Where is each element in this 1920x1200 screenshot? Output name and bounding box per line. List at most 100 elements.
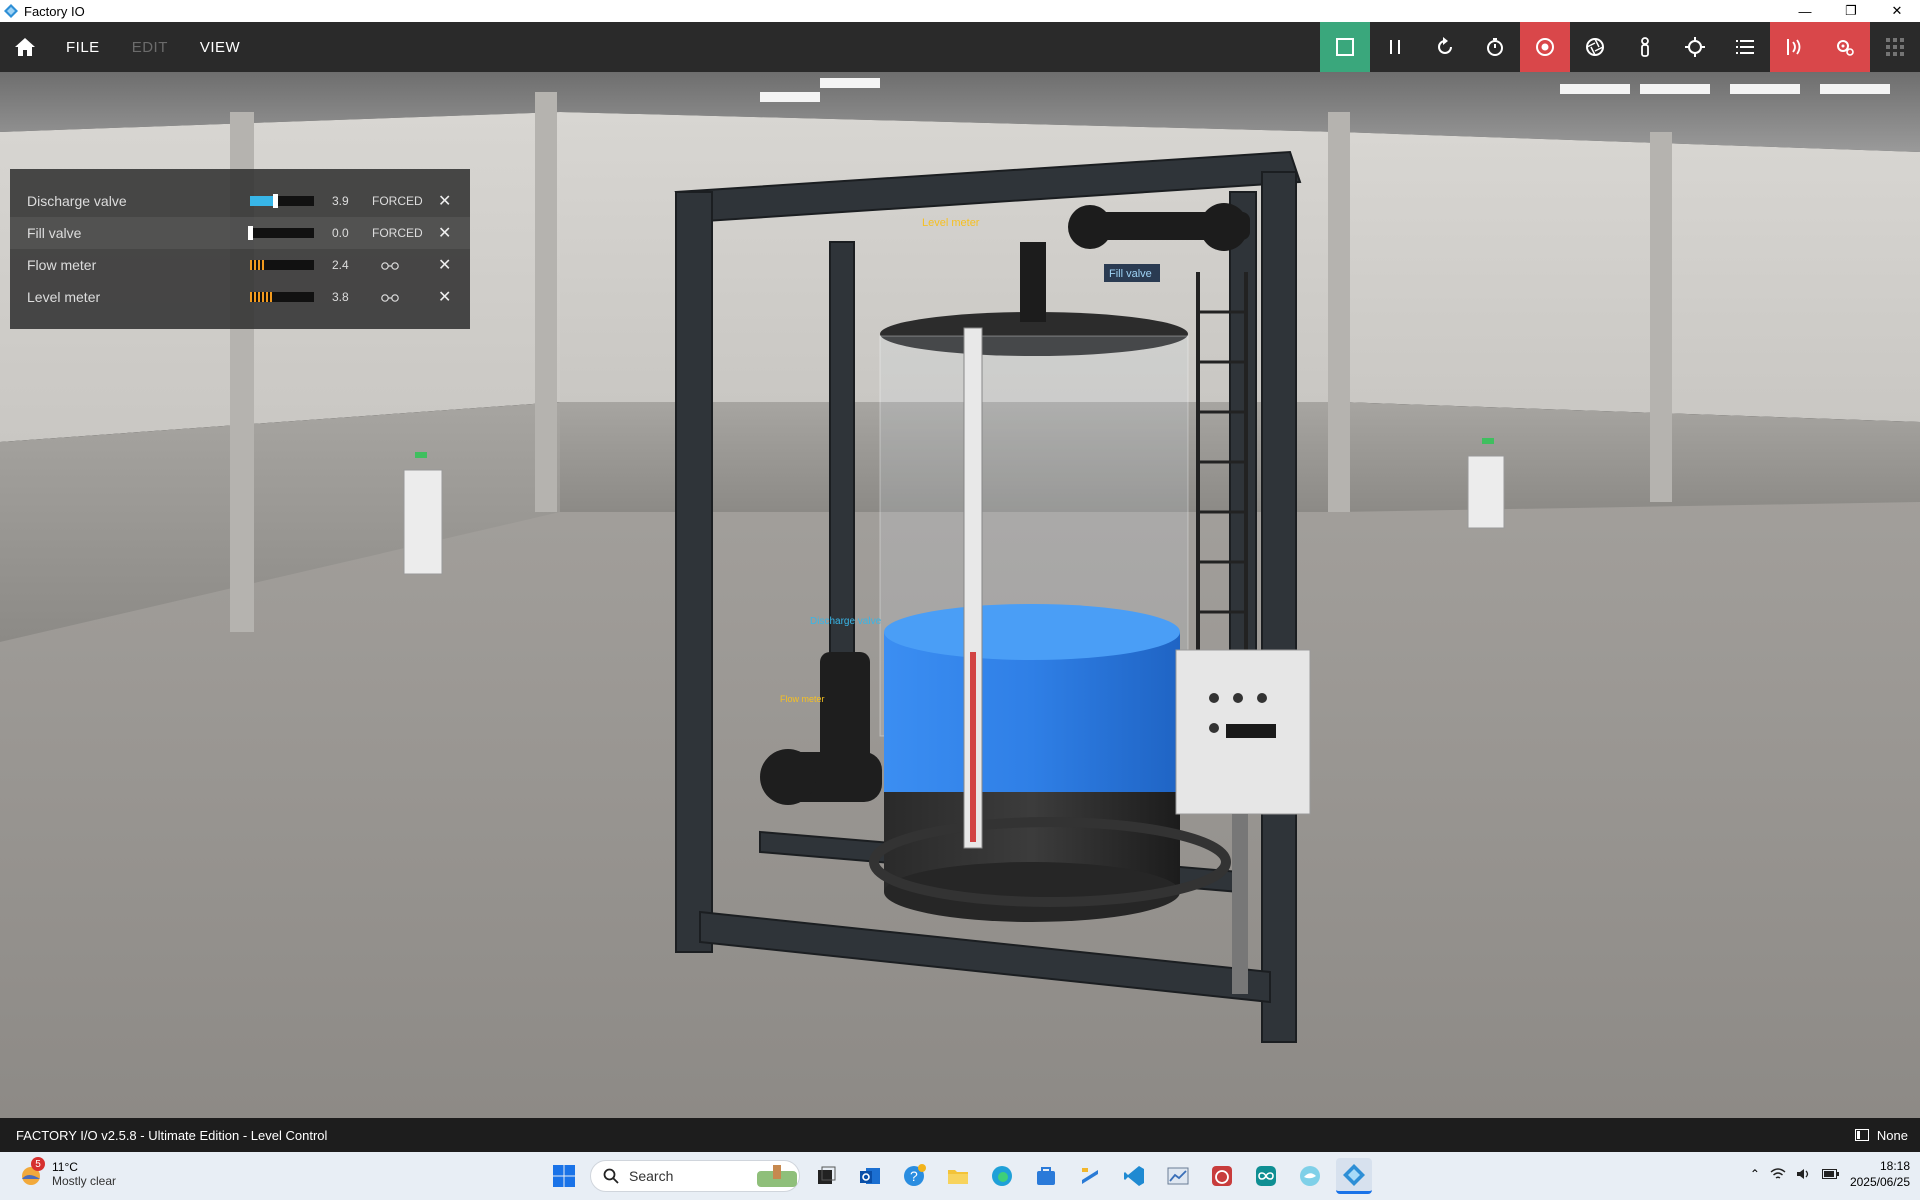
tag-forced-label[interactable]: FORCED xyxy=(372,226,423,240)
tag-name: Level meter xyxy=(27,289,101,305)
clock[interactable]: 18:18 2025/06/25 xyxy=(1850,1158,1910,1190)
vscode-app[interactable] xyxy=(1116,1158,1152,1194)
factory-io-icon xyxy=(1343,1163,1365,1186)
scene-label-fill-valve: Fill valve xyxy=(1109,268,1152,280)
toolbar xyxy=(1320,22,1920,72)
tag-row[interactable]: Discharge valve 3.9 FORCED ✕ xyxy=(10,185,470,217)
tag-row[interactable]: Flow meter 2.4 ✕ xyxy=(10,249,470,281)
tag-name: Fill valve xyxy=(27,225,82,241)
weather-temp: 11°C xyxy=(52,1160,78,1174)
app-menubar: FILE EDIT VIEW xyxy=(0,22,1920,72)
tag-value: 3.8 xyxy=(332,290,349,304)
tag-value-gauge xyxy=(250,292,314,302)
tag-value-gauge xyxy=(250,260,314,270)
taskbar-search[interactable]: Search xyxy=(590,1160,800,1192)
slider-handle[interactable] xyxy=(248,226,253,240)
close-window-button[interactable]: ✕ xyxy=(1874,0,1920,22)
menu-file[interactable]: FILE xyxy=(66,39,100,56)
weather-badge: 5 xyxy=(31,1157,45,1171)
pause-icon xyxy=(1390,40,1400,54)
weather-icon: 5 xyxy=(18,1157,45,1187)
remove-tag-icon[interactable]: ✕ xyxy=(438,223,451,243)
list-icon xyxy=(1736,40,1754,54)
chevron-up-icon[interactable]: ⌃ xyxy=(1750,1167,1760,1181)
factory-io-app[interactable] xyxy=(1336,1158,1372,1194)
chart-icon xyxy=(1167,1167,1189,1185)
wifi-icon[interactable] xyxy=(1770,1167,1786,1181)
grid-button[interactable] xyxy=(1870,22,1920,72)
tag-row[interactable]: Fill valve 0.0 FORCED ✕ xyxy=(10,217,470,249)
search-placeholder: Search xyxy=(629,1168,674,1184)
camera-orbit-button[interactable] xyxy=(1520,22,1570,72)
drivers-button[interactable] xyxy=(1820,22,1870,72)
dev-tool-app[interactable] xyxy=(1072,1158,1108,1194)
folder-icon xyxy=(948,1170,968,1184)
tag-value: 3.9 xyxy=(332,194,349,208)
tag-row[interactable]: Level meter 3.8 ✕ xyxy=(10,281,470,313)
first-person-button[interactable] xyxy=(1620,22,1670,72)
store-app[interactable] xyxy=(1028,1158,1064,1194)
status-bar: FACTORY I/O v2.5.8 - Ultimate Edition - … xyxy=(0,1118,1920,1152)
glasses-icon[interactable] xyxy=(380,260,400,270)
tag-monitor-panel: Discharge valve 3.9 FORCED ✕ Fill valve 0.0 FO… xyxy=(10,169,470,329)
clock-date: 2025/06/25 xyxy=(1849,1175,1910,1189)
file-explorer-app[interactable] xyxy=(940,1158,976,1194)
store-icon xyxy=(1037,1167,1055,1185)
tag-value-fill xyxy=(250,260,266,270)
svg-text:?: ? xyxy=(910,1168,918,1184)
taskbar-apps: Search ? xyxy=(546,1156,1372,1196)
pause-button[interactable] xyxy=(1370,22,1420,72)
remove-tag-icon[interactable]: ✕ xyxy=(438,191,451,211)
remove-tag-icon[interactable]: ✕ xyxy=(438,287,451,307)
glasses-icon[interactable] xyxy=(380,292,400,302)
search-highlight-icon xyxy=(757,1165,797,1187)
tag-name: Flow meter xyxy=(27,257,97,273)
first-person-icon xyxy=(1641,37,1649,57)
scene-viewport[interactable]: Level meter Fill valve Discharge valve F… xyxy=(0,72,1920,1118)
timer-app[interactable] xyxy=(1204,1158,1240,1194)
battery-icon[interactable] xyxy=(1821,1168,1840,1180)
home-button[interactable] xyxy=(0,22,50,72)
tag-value: 0.0 xyxy=(332,226,349,240)
task-view-icon xyxy=(818,1166,836,1184)
outlook-app[interactable] xyxy=(852,1158,888,1194)
ide-icon xyxy=(1082,1168,1098,1184)
scene-label-discharge-valve: Discharge valve xyxy=(810,616,882,627)
volume-icon[interactable] xyxy=(1796,1167,1812,1181)
edge-icon xyxy=(992,1166,1012,1186)
weather-widget[interactable]: 5 11°C Mostly clear xyxy=(18,1157,117,1188)
timer-button[interactable] xyxy=(1470,22,1520,72)
crosshair-button[interactable] xyxy=(1670,22,1720,72)
start-button[interactable] xyxy=(546,1158,582,1194)
tag-value-slider[interactable] xyxy=(250,194,314,208)
list-button[interactable] xyxy=(1720,22,1770,72)
weather-desc: Mostly clear xyxy=(52,1174,117,1188)
restore-button[interactable]: ❐ xyxy=(1828,0,1874,22)
edge-app[interactable] xyxy=(984,1158,1020,1194)
tag-name: Discharge valve xyxy=(27,193,127,209)
stop-button[interactable] xyxy=(1320,22,1370,72)
tag-forced-label[interactable]: FORCED xyxy=(372,194,423,208)
help-app[interactable]: ? xyxy=(896,1158,932,1194)
menu-edit[interactable]: EDIT xyxy=(132,39,168,56)
aperture-button[interactable] xyxy=(1570,22,1620,72)
menu-view[interactable]: VIEW xyxy=(200,39,240,56)
slider-handle[interactable] xyxy=(272,194,278,208)
clock-time: 18:18 xyxy=(1879,1159,1910,1173)
arduino-app[interactable] xyxy=(1248,1158,1284,1194)
task-view-button[interactable] xyxy=(808,1158,844,1194)
scene-label-level-meter: Level meter xyxy=(922,217,980,229)
grid-icon xyxy=(1886,38,1904,56)
status-right-value[interactable]: None xyxy=(1877,1128,1908,1143)
window-title: Factory IO xyxy=(24,3,85,19)
sensors-icon xyxy=(1787,39,1801,55)
bird-app[interactable] xyxy=(1292,1158,1328,1194)
remove-tag-icon[interactable]: ✕ xyxy=(438,255,451,275)
sensors-button[interactable] xyxy=(1770,22,1820,72)
reset-button[interactable] xyxy=(1420,22,1470,72)
tag-value-slider[interactable] xyxy=(248,226,314,240)
home-icon xyxy=(15,38,35,56)
minimize-button[interactable]: — xyxy=(1782,0,1828,22)
chart-app[interactable] xyxy=(1160,1158,1196,1194)
scene-label-flow-meter: Flow meter xyxy=(780,694,825,704)
